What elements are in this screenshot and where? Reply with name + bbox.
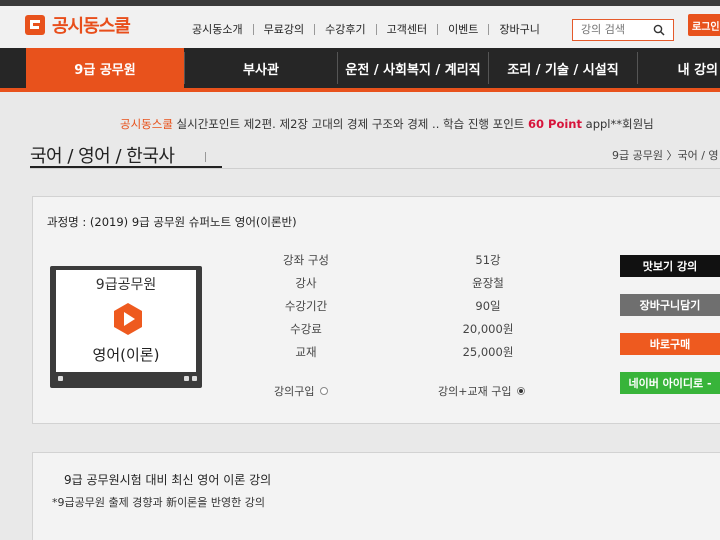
- ticker-points: 60 Point: [528, 117, 582, 131]
- nav-cart[interactable]: 장바구니: [489, 21, 549, 37]
- thumbnail-control-icon: [192, 376, 197, 381]
- search-input[interactable]: [573, 20, 653, 39]
- buy-now-button[interactable]: 바로구매: [620, 333, 720, 355]
- info-value-composition: 51강: [475, 253, 501, 267]
- info-value-fee: 20,000원: [462, 322, 514, 336]
- breadcrumb[interactable]: 9급 공무원 〉국어 / 영: [612, 147, 719, 163]
- nav-free-lectures[interactable]: 무료강의: [254, 21, 314, 37]
- option-lecture-only-label: 강의구입: [274, 385, 315, 398]
- info-label-fee: 수강료: [290, 322, 322, 336]
- category-tab-noncom[interactable]: 부사관: [185, 48, 337, 88]
- nav-events[interactable]: 이벤트: [438, 21, 488, 37]
- category-underline: [0, 88, 720, 92]
- login-button[interactable]: 로그인: [688, 14, 720, 36]
- option-lecture-textbook[interactable]: 강의+교재 구입: [438, 383, 526, 399]
- info-value-period: 90일: [475, 299, 501, 313]
- ticker-user: appl**회원님: [582, 117, 654, 131]
- category-tab-my-lectures[interactable]: 내 강의: [638, 48, 720, 88]
- thumbnail-top-text: 9급공무원: [95, 277, 157, 293]
- top-nav: 공시동소개 무료강의 수강후기 고객센터 이벤트 장바구니: [182, 21, 550, 37]
- info-label-period: 수강기간: [284, 299, 328, 313]
- thumbnail-bottom-text: 영어(이론): [92, 346, 160, 364]
- info-label-composition: 강좌 구성: [283, 253, 329, 267]
- info-label-instructor: 강사: [295, 276, 317, 290]
- section-divider: [30, 168, 720, 169]
- logo[interactable]: 공시동스쿨: [24, 12, 131, 38]
- logo-text: 공시동스쿨: [52, 16, 131, 37]
- nav-reviews[interactable]: 수강후기: [315, 21, 375, 37]
- nav-support[interactable]: 고객센터: [377, 21, 437, 37]
- thumbnail-control-icon: [184, 376, 189, 381]
- nav-about[interactable]: 공시동소개: [182, 21, 253, 37]
- option-lecture-textbook-label: 강의+교재 구입: [438, 385, 512, 398]
- info-value-instructor: 윤장철: [472, 276, 504, 290]
- ticker-brand: 공시동스쿨: [120, 117, 173, 131]
- page-title: 국어 / 영어 / 한국사: [30, 146, 175, 167]
- header: 공시동스쿨 공시동소개 무료강의 수강후기 고객센터 이벤트 장바구니: [0, 6, 720, 48]
- thumbnail-control-icon: [58, 376, 63, 381]
- category-bar: 9급 공무원 부사관 운전 / 사회복지 / 계리직 조리 / 기술 / 시설직…: [0, 48, 720, 92]
- course-name: 과정명 : (2019) 9급 공무원 슈퍼노트 영어(이론반): [47, 215, 297, 229]
- ticker-text: 실시간포인트 제2편. 제2장 고대의 경제 구조와 경제 .. 학습 진행 포…: [172, 117, 529, 131]
- naver-login-button[interactable]: 네이버 아이디로 -: [620, 372, 720, 394]
- option-lecture-only-radio[interactable]: [320, 387, 329, 395]
- option-lecture-textbook-radio[interactable]: [517, 387, 526, 395]
- title-pipe: [205, 152, 206, 162]
- search-box: [572, 19, 674, 41]
- description-text: *9급공무원 출제 경향과 新이론을 반영한 강의: [52, 496, 266, 509]
- points-ticker: 공시동스쿨 실시간포인트 제2편. 제2장 고대의 경제 구조와 경제 .. 학…: [120, 116, 654, 132]
- info-value-textbook: 25,000원: [462, 345, 514, 359]
- info-label-textbook: 교재: [295, 345, 317, 359]
- category-tab-driving-welfare[interactable]: 운전 / 사회복지 / 계리직: [338, 48, 488, 88]
- play-icon[interactable]: [113, 303, 143, 335]
- search-icon[interactable]: [653, 24, 665, 36]
- description-title: 9급 공무원시험 대비 최신 영어 이론 강의: [64, 473, 272, 487]
- option-lecture-only[interactable]: 강의구입: [274, 383, 329, 399]
- logo-icon: [25, 15, 45, 35]
- category-tab-9th-grade[interactable]: 9급 공무원: [26, 48, 184, 88]
- category-tab-cooking-tech[interactable]: 조리 / 기술 / 시설직: [489, 48, 637, 88]
- add-to-cart-button[interactable]: 장바구니담기: [620, 294, 720, 316]
- preview-lecture-button[interactable]: 맛보기 강의: [620, 255, 720, 277]
